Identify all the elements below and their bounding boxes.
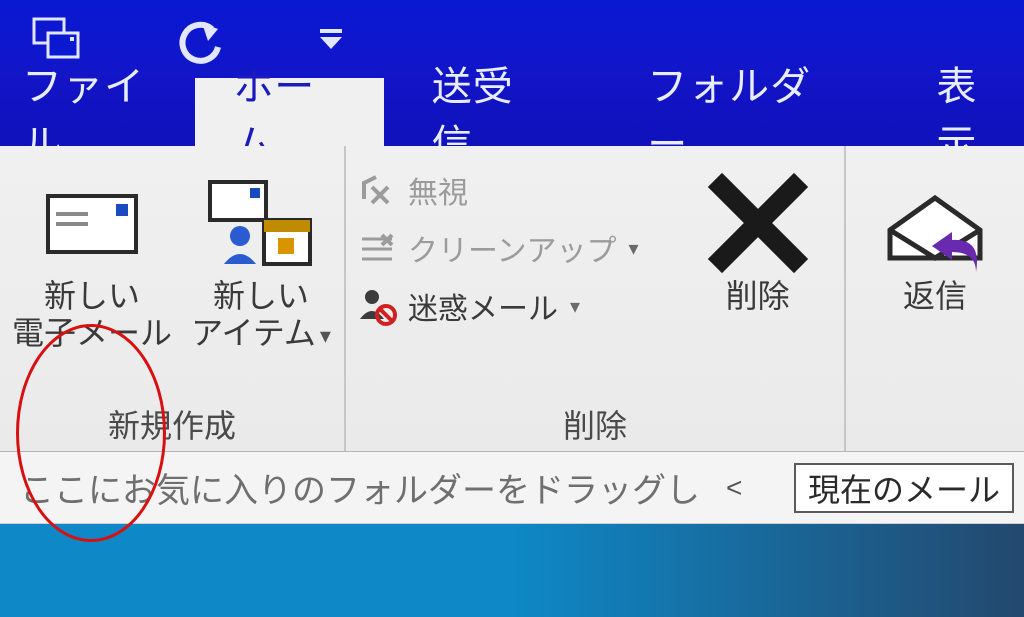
cleanup-icon [358,231,396,265]
undo-button[interactable] [172,19,228,59]
new-email-label-2: 電子メール [12,315,172,351]
group-new-title: 新規作成 [12,401,332,447]
tab-folder[interactable]: フォルダー [617,78,866,146]
collapse-chevron[interactable]: < [726,472,742,504]
group-new: 新しい 電子メール [0,146,346,451]
group-respond-title [858,410,1012,447]
new-items-label-1: 新しい [213,278,309,314]
new-email-button[interactable]: 新しい 電子メール [12,164,172,352]
group-delete-title: 削除 [358,401,832,447]
favorites-placeholder: ここにお気に入りのフォルダーをドラッグし [20,463,700,512]
cleanup-label: クリーンアップ [408,226,617,270]
favorites-bar: ここにお気に入りのフォルダーをドラッグし < 現在のメール [0,452,1024,524]
reply-label: 返信 [903,278,967,314]
delete-x-icon [708,168,808,278]
ribbon-tabs: ファイル ホーム 送受信 フォルダー 表示 [0,78,1024,146]
cleanup-button[interactable]: クリーンアップ ▾ [358,226,665,270]
search-scope-dropdown[interactable]: 現在のメール [794,463,1014,513]
search-scope-label: 現在のメール [808,465,1000,511]
tab-home[interactable]: ホーム [195,78,383,146]
tab-send-receive[interactable]: 送受信 [402,78,575,146]
envelope-icon [44,168,140,278]
delete-label: 削除 [726,278,790,314]
new-email-label-1: 新しい [44,278,140,314]
new-items-label-2: アイテム [191,315,316,351]
group-delete: 無視 クリーンアップ ▾ [346,146,846,451]
app-icon[interactable] [34,19,82,59]
chevron-down-icon: ▾ [570,294,580,319]
ribbon: 新しい 電子メール [0,146,1024,452]
reply-icon [880,168,990,278]
group-respond: 返信 [846,146,1024,451]
tab-file[interactable]: ファイル [0,78,195,146]
ignore-icon [358,173,396,207]
junk-icon [358,287,396,325]
folder-list-area [0,524,1024,617]
delete-button[interactable]: 削除 [683,164,832,315]
ignore-label: 無視 [408,168,468,212]
chevron-down-icon: ▾ [629,236,639,261]
junk-label: 迷惑メール [408,284,558,328]
customize-qat-button[interactable] [318,29,344,49]
junk-button[interactable]: 迷惑メール ▾ [358,284,665,328]
new-items-button[interactable]: 新しい アイテム▾ [190,164,332,352]
tab-view[interactable]: 表示 [906,78,1024,146]
new-items-icon [206,168,316,278]
reply-button[interactable]: 返信 [858,164,1012,315]
ignore-button[interactable]: 無視 [358,168,665,212]
